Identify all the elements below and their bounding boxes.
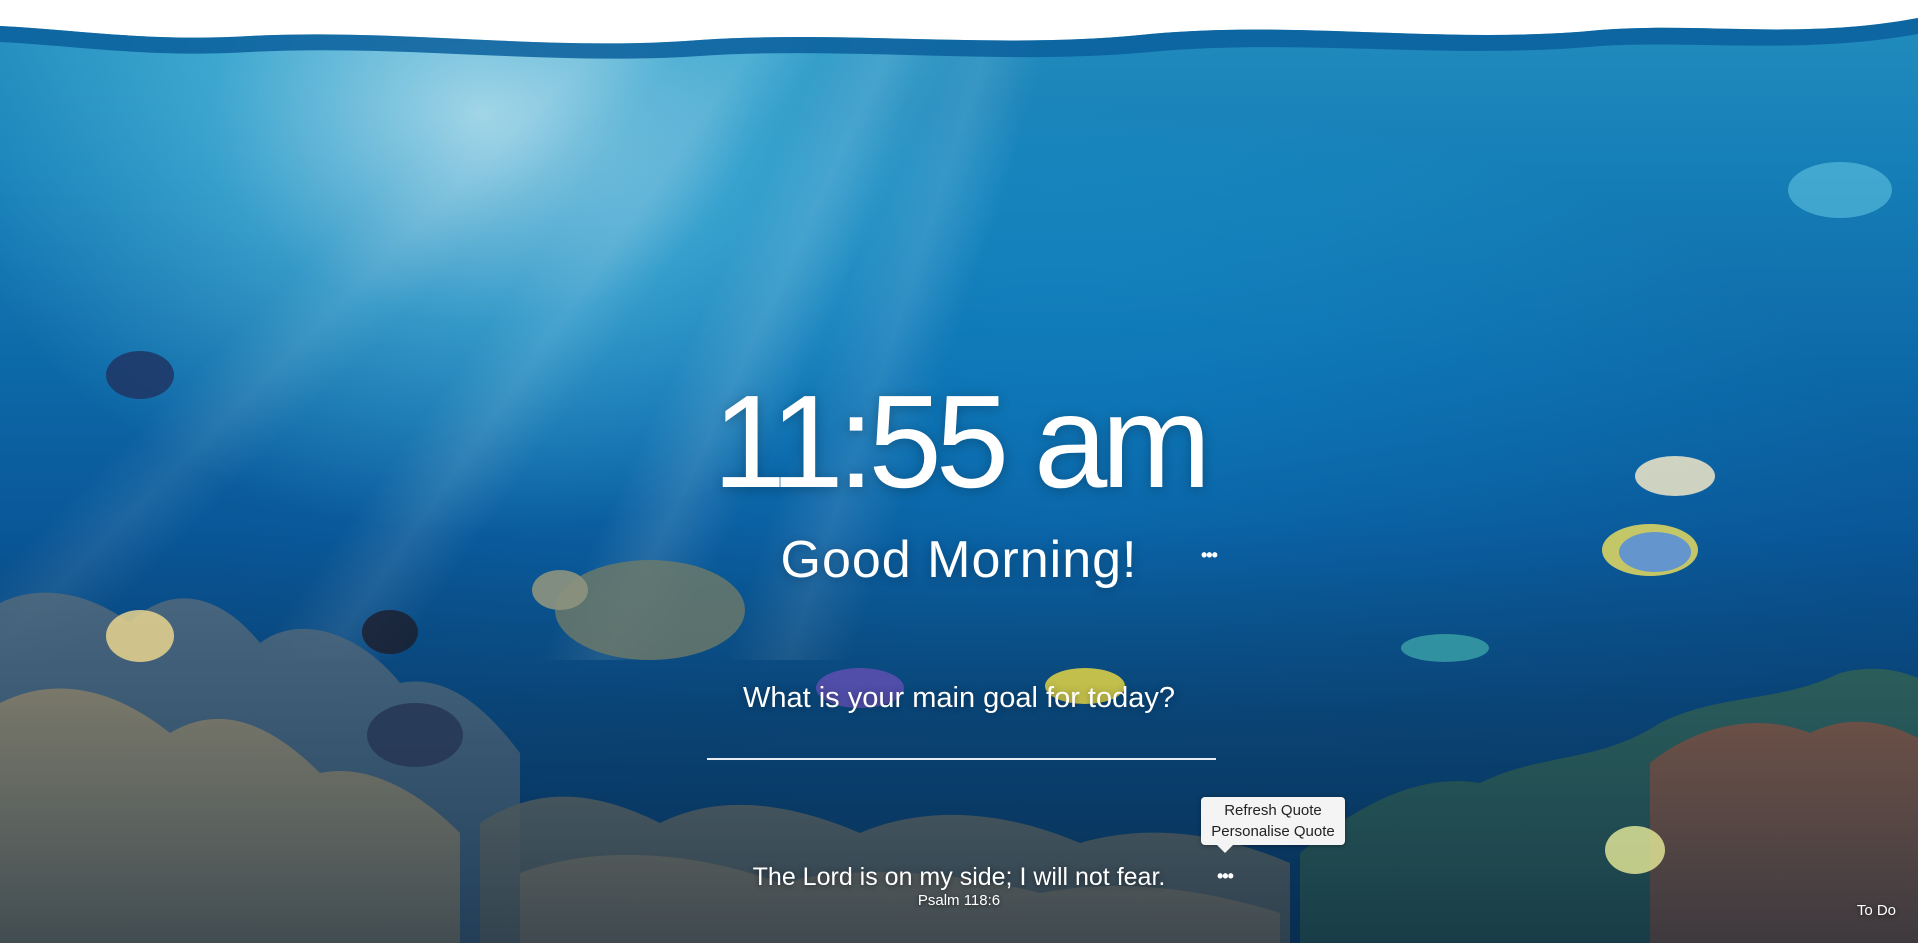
greeting-more-icon[interactable]: ••• [1201,545,1218,566]
quote-text: The Lord is on my side; I will not fear. [752,863,1166,891]
quote-more-icon[interactable]: ••• [1217,866,1234,887]
todo-button[interactable]: To Do [1857,902,1896,920]
greeting-text: Good Morning! [780,531,1138,589]
clock-time: 11:55 am [712,368,1212,515]
greeting-row: Good Morning! [0,530,1918,590]
refresh-quote-menu-item[interactable]: Refresh Quote [1201,800,1345,821]
personalise-quote-menu-item[interactable]: Personalise Quote [1201,821,1345,842]
quote-source: Psalm 118:6 [917,892,1001,909]
quote-menu: Refresh Quote Personalise Quote [1201,797,1345,853]
focus-input[interactable] [707,716,1216,760]
focus-question: What is your main goal for today? [743,682,1175,714]
